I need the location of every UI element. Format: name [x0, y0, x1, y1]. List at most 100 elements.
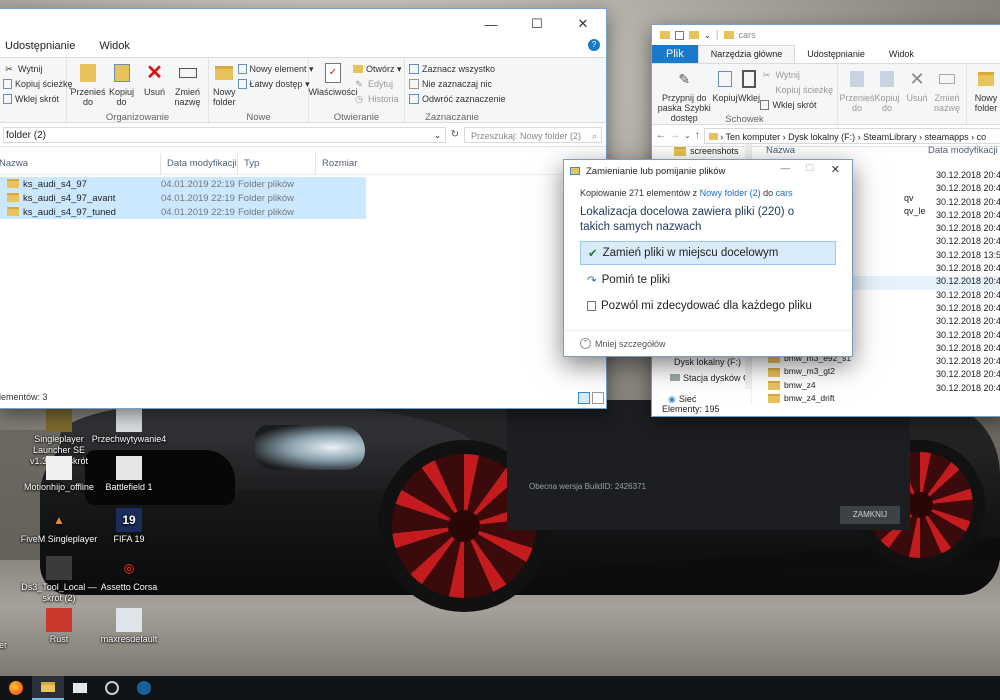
- paste-shortcut-icon: [760, 100, 770, 110]
- desktop-icon-maxresdefault[interactable]: maxresdefault: [90, 608, 168, 645]
- desktop-icon-motionhijo[interactable]: Motionhijo_offline: [20, 456, 98, 493]
- rename-button-right[interactable]: Zmień nazwę: [932, 67, 962, 126]
- new-item-button[interactable]: Nowy element ▾: [237, 62, 314, 76]
- date-cell: 30.12.2018 20:49: [936, 369, 1000, 380]
- bf-icon: [116, 456, 142, 480]
- copy-path-button-right[interactable]: Kopiuj ścieżkę: [760, 83, 833, 97]
- list-item[interactable]: bmw_m3_gt2: [768, 365, 851, 378]
- skip-files-option[interactable]: ↷ Pomiń te pliki: [580, 268, 836, 292]
- list-item[interactable]: bmw_z4_drift: [768, 392, 851, 405]
- scissors-icon: ✂: [762, 69, 771, 80]
- details-view-icon[interactable]: [578, 392, 590, 404]
- desktop-icon-rust[interactable]: Rust: [20, 608, 98, 645]
- ribbon-group-clipboard-right: ✎ Przypnij do paska Szybki dostęp Kopiuj …: [652, 64, 838, 126]
- paste-shortcut-icon: [3, 94, 12, 104]
- replace-files-option[interactable]: ✔ Zamień pliki w miejscu docelowym: [580, 241, 836, 265]
- new-folder-icon: [975, 67, 997, 91]
- dialog-close-button[interactable]: ✕: [831, 163, 840, 176]
- move-to-icon: [77, 61, 99, 85]
- history-button[interactable]: ◷ Historia: [353, 92, 402, 106]
- large-icons-view-icon[interactable]: [592, 392, 604, 404]
- explorer-icon[interactable]: [32, 676, 64, 700]
- date-cell: 30.12.2018 20:49: [936, 223, 1000, 234]
- column-date-right[interactable]: Data modyfikacji: [922, 144, 1000, 158]
- copy-path-button[interactable]: Kopiuj ścieżkę: [3, 77, 73, 91]
- firefox-icon[interactable]: [0, 676, 32, 700]
- open-button[interactable]: Otwórz ▾: [353, 62, 402, 76]
- address-bar[interactable]: folder (2) ⌄: [3, 126, 446, 144]
- desktop-icon-assetto-corsa[interactable]: ◎ Assetto Corsa: [90, 556, 168, 593]
- folder-icon: [7, 207, 19, 217]
- desktop-icon-battlefield[interactable]: Battlefield 1: [90, 456, 168, 493]
- nav-item-screenshots[interactable]: screenshots: [674, 146, 739, 157]
- list-item[interactable]: bmw_z4: [768, 379, 851, 392]
- select-none-button[interactable]: Nie zaznaczaj nic: [409, 77, 506, 91]
- steam-build-id: Obecna wersja BuildID: 2426371: [529, 482, 646, 491]
- column-type[interactable]: Typ: [238, 152, 316, 175]
- ribbon-group-open: ✓ Właściwości Otwórz ▾ ✎ Edytuj ◷ Historia …: [309, 58, 405, 124]
- column-name-right[interactable]: Nazwa: [756, 144, 922, 158]
- column-name[interactable]: Nazwa: [0, 152, 161, 175]
- select-all-button[interactable]: Zaznacz wszystko: [409, 62, 506, 76]
- edit-button[interactable]: ✎ Edytuj: [353, 77, 402, 91]
- decide-each-option[interactable]: Pozwól mi zdecydować dla każdego pliku: [580, 294, 836, 318]
- folder-small-icon: [660, 31, 670, 39]
- dest-link[interactable]: cars: [776, 188, 793, 198]
- new-folder-icon: [213, 61, 235, 85]
- table-row[interactable]: ks_audi_s4_97_tuned 04.01.2019 22:19 Fol…: [0, 205, 366, 219]
- tab-widok[interactable]: Widok: [87, 35, 142, 57]
- steam-icon[interactable]: [128, 676, 160, 700]
- taskbar: [0, 676, 1000, 700]
- table-row[interactable]: ks_audi_s4_97 04.01.2019 22:19 Folder pl…: [0, 177, 366, 191]
- forward-arrow-icon[interactable]: →: [670, 130, 680, 141]
- dialog-minimize-button[interactable]: —: [781, 163, 791, 174]
- tab-plik[interactable]: Plik: [652, 45, 698, 63]
- move-to-button-right[interactable]: Przenieś do: [840, 67, 875, 126]
- table-row[interactable]: ks_audi_s4_97_avant 04.01.2019 22:19 Fol…: [0, 191, 366, 205]
- invert-selection-button[interactable]: Odwróć zaznaczenie: [409, 92, 506, 106]
- up-arrow-icon[interactable]: ↑: [695, 130, 700, 141]
- desktop-icon-ds3-tool[interactable]: Ds3_Tool_Local — skrót (2): [20, 556, 98, 604]
- column-date[interactable]: Data modyfikacji: [161, 152, 238, 175]
- nav-item-drive-f[interactable]: Dysk lokalny (F:): [674, 357, 741, 367]
- source-link[interactable]: Nowy folder (2): [700, 188, 761, 198]
- cut-button[interactable]: ✂ Wytnij: [3, 62, 73, 76]
- properties-small-icon[interactable]: [675, 30, 684, 40]
- tab-widok-right[interactable]: Widok: [877, 45, 926, 63]
- mail-icon[interactable]: [64, 676, 96, 700]
- steam-close-button[interactable]: ZAMKNIJ: [840, 506, 900, 524]
- address-dropdown-icon[interactable]: ⌄: [434, 128, 441, 144]
- delete-button-right[interactable]: ✕ Usuń: [902, 67, 932, 126]
- new-folder-button-right[interactable]: Nowy folder: [971, 67, 1000, 126]
- breadcrumb[interactable]: › Ten komputer › Dysk lokalny (F:) › Ste…: [703, 127, 1000, 144]
- ribbon: ✂ Wytnij Kopiuj ścieżkę Wklej skrót Przen…: [0, 57, 606, 124]
- nav-item-drive-c[interactable]: Stacja dysków C: [670, 373, 750, 383]
- copy-path-icon: [760, 84, 772, 96]
- easy-access-button[interactable]: Łatwy dostęp ▾: [237, 77, 314, 91]
- column-size[interactable]: Rozmiar: [316, 153, 366, 175]
- move-to-icon: [846, 67, 868, 91]
- compare-files-icon: [587, 301, 596, 311]
- paste-shortcut-button-right[interactable]: Wklej skrót: [760, 98, 833, 112]
- new-folder-small-icon[interactable]: [689, 31, 699, 39]
- desktop-icon-fivem[interactable]: ▲ FiveM Singleplayer: [20, 508, 98, 545]
- copy-to-button-right[interactable]: Kopiuj do: [872, 67, 902, 126]
- chrome-icon[interactable]: [96, 676, 128, 700]
- tab-narzedzia-glowne[interactable]: Narzędzia główne: [697, 45, 796, 63]
- desktop-icon-przechwytywanie[interactable]: Przechwytywanie4: [90, 408, 168, 445]
- qat-dropdown-icon[interactable]: ⌄: [704, 31, 711, 40]
- refresh-icon[interactable]: ↻: [446, 129, 464, 140]
- back-arrow-icon[interactable]: ←: [656, 130, 666, 141]
- ribbon-expand-icon[interactable]: ?: [588, 39, 600, 51]
- tab-udostepnianie-right[interactable]: Udostępnianie: [795, 45, 877, 63]
- desktop-icon-fifa19[interactable]: 19 FIFA 19: [90, 508, 168, 545]
- tab-udostepnianie[interactable]: Udostępnianie: [0, 35, 87, 57]
- copy-icon: [714, 67, 736, 91]
- date-cell: 30.12.2018 20:49: [936, 342, 1000, 353]
- cut-button-right[interactable]: ✂ Wytnij: [760, 68, 833, 82]
- paste-shortcut-button[interactable]: Wklej skrót: [3, 92, 73, 106]
- recent-dropdown-icon[interactable]: ⌄: [684, 131, 691, 140]
- less-details-button[interactable]: ⌃ Mniej szczegółów: [580, 338, 666, 349]
- search-input[interactable]: Przeszukaj: Nowy folder (2) ⌕: [464, 126, 602, 143]
- dialog-maximize-button[interactable]: ☐: [805, 163, 814, 174]
